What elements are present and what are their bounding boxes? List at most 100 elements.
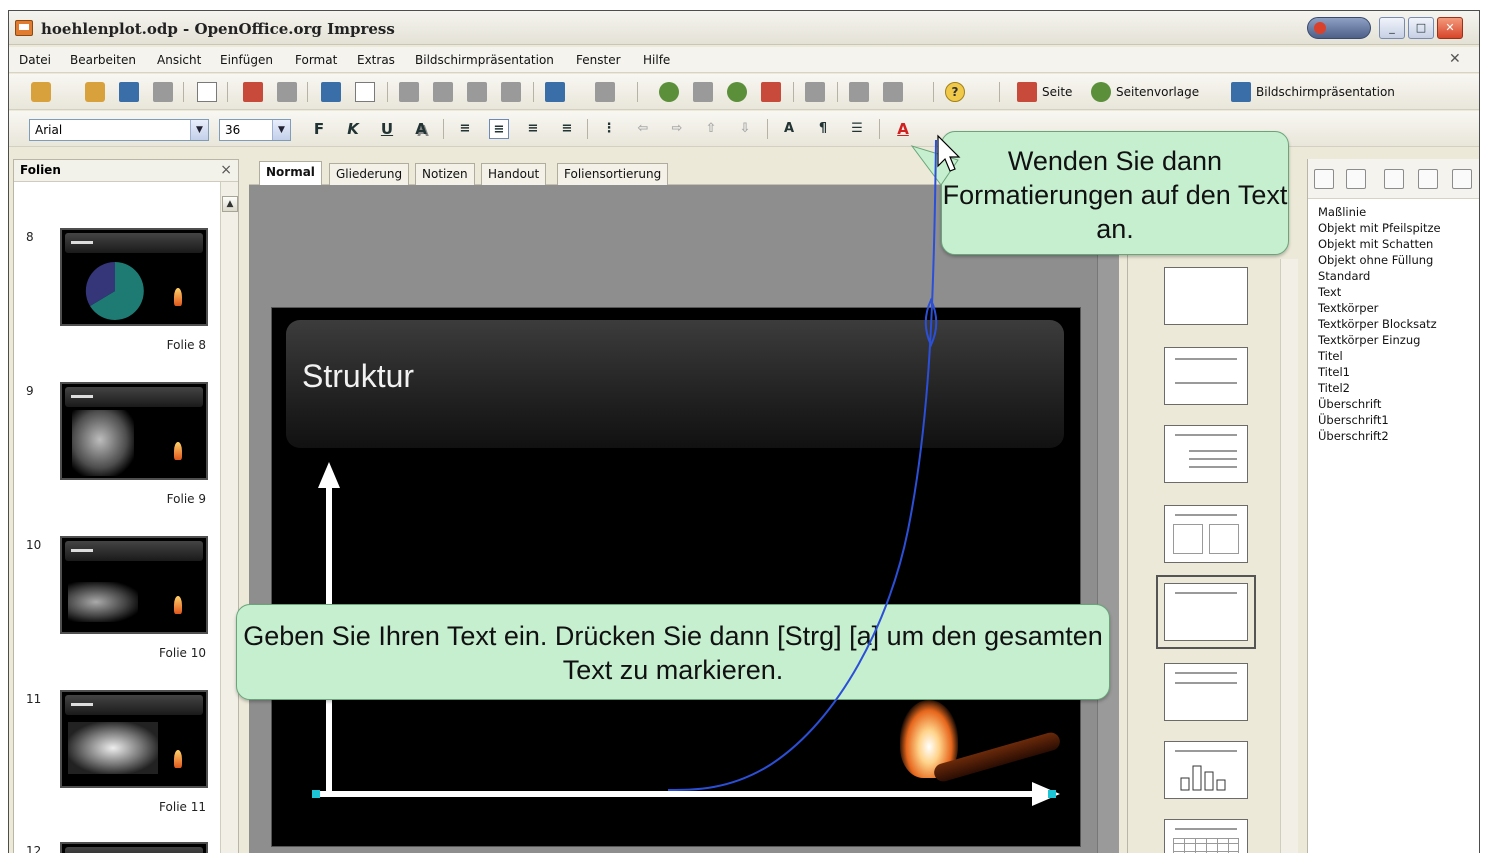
layout-title-content[interactable] — [1164, 425, 1248, 483]
format-paintbrush-icon[interactable] — [501, 82, 521, 102]
spellcheck-icon[interactable] — [321, 82, 341, 102]
underline-button[interactable]: U — [377, 119, 397, 139]
align-right-icon[interactable]: ≡ — [523, 119, 543, 139]
style-item[interactable]: Objekt mit Pfeilspitze — [1318, 221, 1441, 236]
style-item[interactable]: Standard — [1318, 269, 1370, 284]
menu-ansicht[interactable]: Ansicht — [157, 53, 201, 67]
autospellcheck-icon[interactable] — [355, 82, 375, 102]
menu-extras[interactable]: Extras — [357, 53, 395, 67]
grid-icon[interactable] — [805, 82, 825, 102]
font-color-button[interactable]: A — [893, 119, 913, 139]
menu-bildschirmpraesentation[interactable]: Bildschirmpräsentation — [415, 53, 554, 67]
open-folder-icon[interactable] — [85, 82, 105, 102]
window-extra-button[interactable] — [1307, 17, 1371, 39]
chart-icon[interactable] — [659, 82, 679, 102]
layout-table[interactable] — [1164, 819, 1248, 853]
font-name-combo[interactable]: Arial ▼ — [29, 119, 209, 141]
undo-icon[interactable] — [545, 82, 565, 102]
slide-design-button-label[interactable]: Seitenvorlage — [1116, 85, 1199, 99]
font-size-combo[interactable]: 36 ▼ — [219, 119, 291, 141]
style-item[interactable]: Objekt ohne Füllung — [1318, 253, 1433, 268]
email-icon[interactable] — [153, 82, 173, 102]
tab-notizen[interactable]: Notizen — [415, 163, 475, 185]
style-item[interactable]: Überschrift — [1318, 397, 1381, 412]
style-item[interactable]: Textkörper — [1318, 301, 1378, 316]
table-icon[interactable] — [693, 82, 713, 102]
style-item[interactable]: Überschrift2 — [1318, 429, 1389, 444]
slideshow-icon[interactable] — [1231, 82, 1251, 102]
graphics-styles-icon[interactable] — [1314, 169, 1334, 189]
navigator-icon[interactable] — [849, 82, 869, 102]
slide-thumbnail-9[interactable] — [60, 382, 208, 480]
new-document-icon[interactable] — [31, 82, 51, 102]
justify-icon[interactable]: ≡ — [557, 119, 577, 139]
tab-normal[interactable]: Normal — [259, 161, 322, 185]
maximize-button[interactable]: □ — [1408, 17, 1434, 39]
shadow-button[interactable]: A — [411, 119, 431, 139]
layout-title-box[interactable] — [1164, 663, 1248, 721]
slide-design-icon[interactable] — [1091, 82, 1111, 102]
fill-format-mode-icon[interactable] — [1384, 169, 1404, 189]
italic-button[interactable]: K — [343, 119, 363, 139]
promote-icon[interactable]: ⇦ — [633, 119, 653, 139]
slide-thumbnail-8[interactable] — [60, 228, 208, 326]
character-icon[interactable]: A — [779, 119, 799, 139]
layout-title-content-selected[interactable] — [1156, 575, 1256, 649]
chevron-down-icon[interactable]: ▼ — [190, 120, 208, 140]
layout-title-only[interactable] — [1164, 347, 1248, 405]
zoom-icon[interactable] — [883, 82, 903, 102]
slide-title[interactable]: Struktur — [302, 358, 414, 395]
demote-icon[interactable]: ⇨ — [667, 119, 687, 139]
style-item[interactable]: Objekt mit Schatten — [1318, 237, 1433, 252]
edit-file-icon[interactable] — [197, 82, 217, 102]
paragraph-icon[interactable]: ¶ — [813, 119, 833, 139]
move-up-icon[interactable]: ⇧ — [701, 119, 721, 139]
tab-handout[interactable]: Handout — [481, 163, 547, 185]
selection-handle-end[interactable] — [1048, 790, 1056, 798]
layout-chart[interactable] — [1164, 741, 1248, 799]
layouts-scrollbar[interactable] — [1280, 259, 1298, 853]
close-icon[interactable]: × — [220, 162, 232, 178]
cut-icon[interactable] — [399, 82, 419, 102]
update-style-icon[interactable] — [1452, 169, 1472, 189]
layout-blank[interactable] — [1164, 267, 1248, 325]
close-window-button[interactable]: ✕ — [1437, 17, 1463, 39]
slide-title-box[interactable]: Struktur — [286, 320, 1064, 448]
new-style-icon[interactable] — [1418, 169, 1438, 189]
minimize-button[interactable]: _ — [1379, 17, 1405, 39]
slide-button-label[interactable]: Seite — [1042, 85, 1072, 99]
style-item[interactable]: Titel1 — [1318, 365, 1350, 380]
help-icon[interactable]: ? — [945, 82, 965, 102]
tab-gliederung[interactable]: Gliederung — [329, 163, 410, 185]
gallery-icon[interactable] — [761, 82, 781, 102]
copy-icon[interactable] — [433, 82, 453, 102]
menu-datei[interactable]: Datei — [19, 53, 51, 67]
work-area-scrollbar[interactable] — [1097, 185, 1119, 853]
scroll-up-icon[interactable]: ▲ — [222, 196, 238, 212]
new-slide-icon[interactable] — [1017, 82, 1037, 102]
paste-icon[interactable] — [467, 82, 487, 102]
export-pdf-icon[interactable] — [243, 82, 263, 102]
slide-thumbnail-11[interactable] — [60, 690, 208, 788]
tab-foliensortierung[interactable]: Foliensortierung — [557, 163, 669, 185]
bold-button[interactable]: F — [309, 119, 329, 139]
slide-canvas[interactable]: Struktur — [271, 307, 1081, 847]
selection-handle-start[interactable] — [312, 790, 320, 798]
style-item[interactable]: Textkörper Blocksatz — [1318, 317, 1437, 332]
presentation-styles-icon[interactable] — [1346, 169, 1366, 189]
slide-thumbnail-12[interactable] — [60, 842, 208, 853]
chevron-down-icon[interactable]: ▼ — [272, 120, 290, 140]
style-item[interactable]: Maßlinie — [1318, 205, 1366, 220]
layout-two-columns[interactable] — [1164, 505, 1248, 563]
menu-fenster[interactable]: Fenster — [576, 53, 621, 67]
close-document-icon[interactable]: ✕ — [1449, 51, 1461, 67]
align-center-icon[interactable]: ≡ — [489, 119, 509, 139]
slideshow-button-label[interactable]: Bildschirmpräsentation — [1256, 85, 1395, 99]
style-item[interactable]: Titel — [1318, 349, 1343, 364]
menu-format[interactable]: Format — [295, 53, 337, 67]
style-item[interactable]: Titel2 — [1318, 381, 1350, 396]
menu-hilfe[interactable]: Hilfe — [643, 53, 670, 67]
show-draw-functions-icon[interactable] — [727, 82, 747, 102]
slide-thumbnail-10[interactable] — [60, 536, 208, 634]
menu-bearbeiten[interactable]: Bearbeiten — [70, 53, 136, 67]
